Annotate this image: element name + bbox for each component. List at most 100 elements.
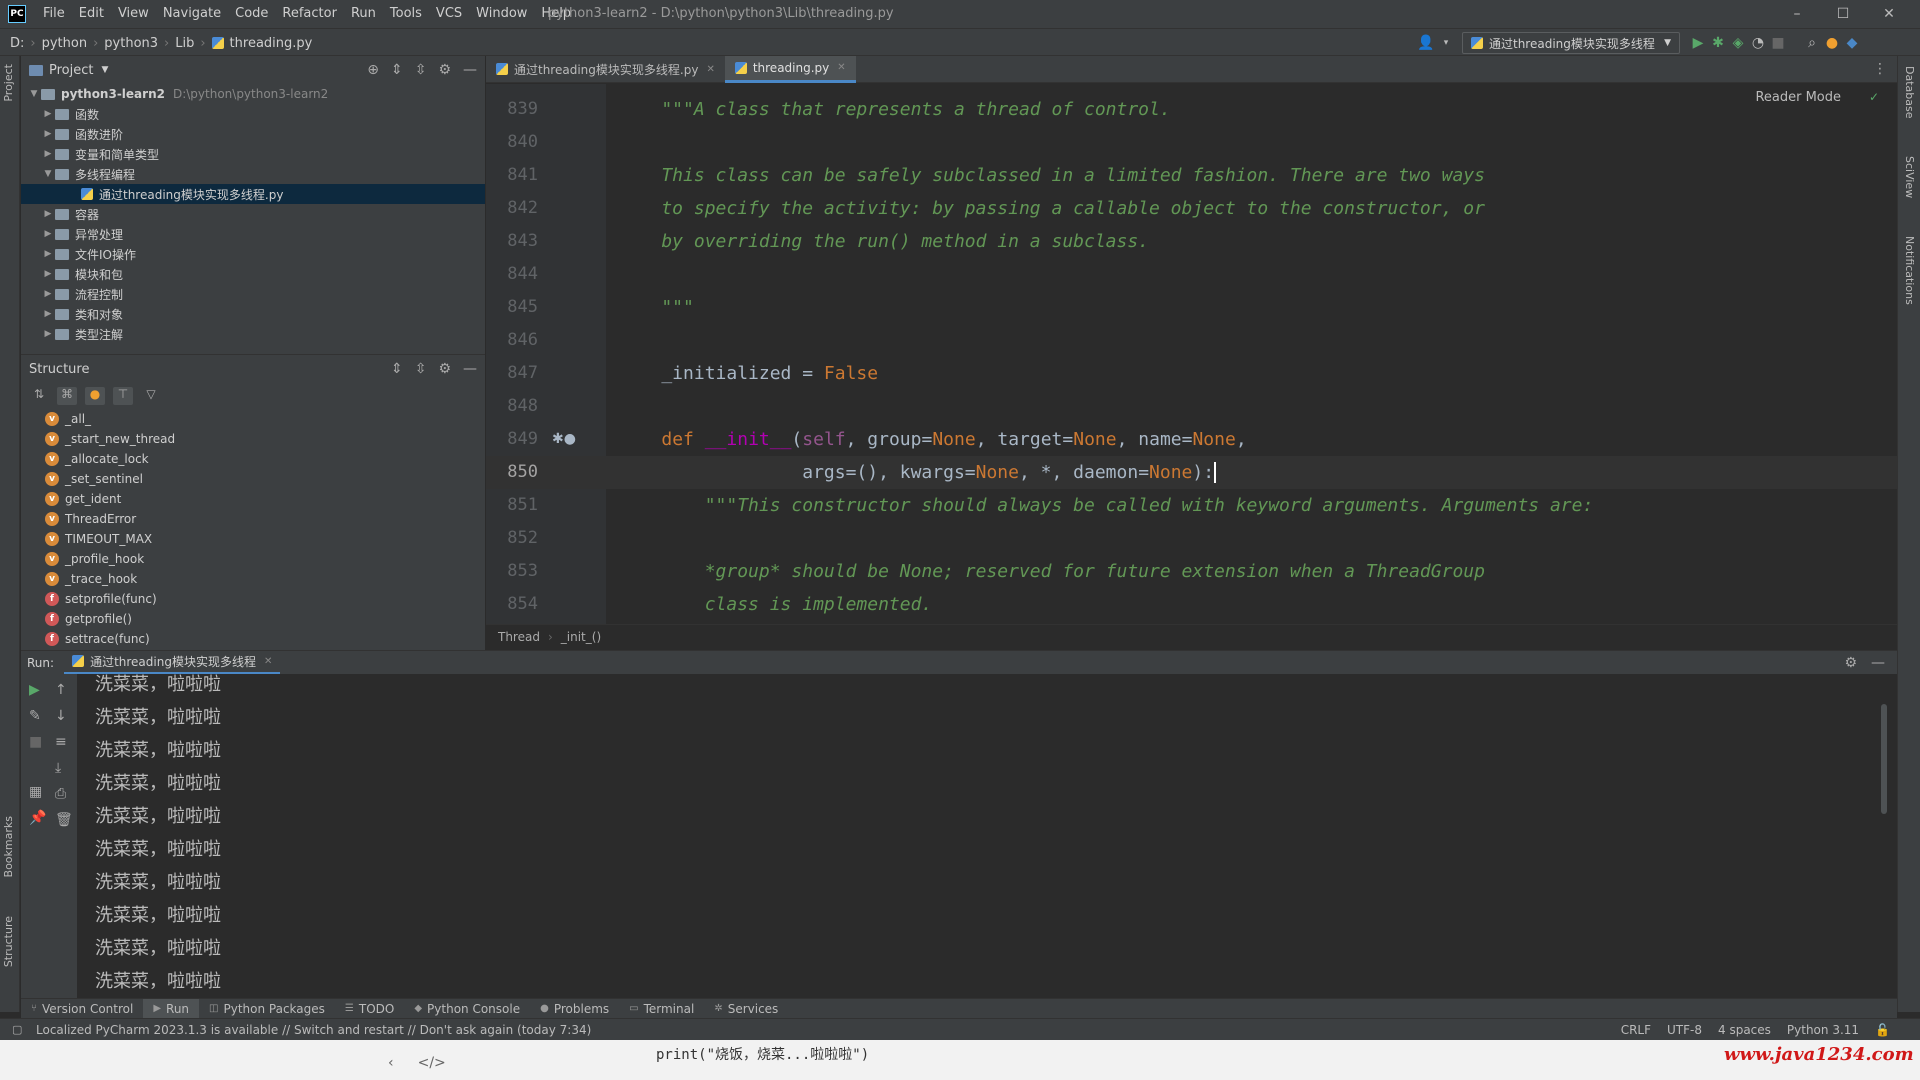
gear-icon[interactable]: ⚙ xyxy=(438,361,451,377)
crumb-file[interactable]: threading.py xyxy=(230,36,313,51)
tree-folder[interactable]: ▶ 类和对象 xyxy=(21,304,485,324)
profile-icon[interactable]: ◔ xyxy=(1748,32,1768,54)
sort-alpha-icon[interactable]: ⇅ xyxy=(29,387,49,405)
interpreter[interactable]: Python 3.11 xyxy=(1787,1023,1859,1037)
stop-icon[interactable]: ■ xyxy=(29,734,42,750)
line-separator[interactable]: CRLF xyxy=(1621,1023,1651,1037)
collapse-all-icon[interactable]: ⇳ xyxy=(415,62,427,78)
menu-refactor[interactable]: Refactor xyxy=(275,0,344,28)
crumb-method[interactable]: _init_() xyxy=(561,630,601,644)
close-icon[interactable]: ✕ xyxy=(706,64,714,75)
structure-item[interactable]: f settrace(func) xyxy=(21,629,485,649)
user-icon[interactable]: 👤 xyxy=(1416,32,1436,54)
tab-todo[interactable]: ☰ TODO xyxy=(335,999,404,1019)
hide-icon[interactable]: — xyxy=(463,361,477,377)
funnel-icon[interactable]: ▽ xyxy=(141,387,161,405)
tree-root[interactable]: ▼ python3-learn2 D:\python\python3-learn… xyxy=(21,84,485,104)
database-tool-tab[interactable]: Database xyxy=(1903,66,1916,119)
menu-file[interactable]: File xyxy=(36,0,72,28)
tree-file-selected[interactable]: 通过threading模块实现多线程.py xyxy=(21,184,485,204)
coverage-icon[interactable]: ◈ xyxy=(1728,32,1748,54)
structure-item[interactable]: v _trace_hook xyxy=(21,569,485,589)
crumb-python[interactable]: python xyxy=(42,36,87,51)
close-icon[interactable]: ✕ xyxy=(837,62,845,73)
run-tab[interactable]: 通过threading模块实现多线程 ✕ xyxy=(64,651,281,675)
menu-edit[interactable]: Edit xyxy=(72,0,111,28)
show-fields-icon[interactable]: ⌘ xyxy=(57,387,77,405)
structure-item[interactable]: v ThreadError xyxy=(21,509,485,529)
code-editor[interactable]: Reader Mode ✓ 838 ✱● class Thread: 839 "… xyxy=(486,84,1897,624)
override-icon[interactable]: ✱● xyxy=(552,431,576,447)
tab-problems[interactable]: ● Problems xyxy=(530,999,619,1019)
hide-icon[interactable]: — xyxy=(463,62,477,78)
update-icon[interactable]: ● xyxy=(1822,32,1842,54)
structure-item[interactable]: v TIMEOUT_MAX xyxy=(21,529,485,549)
tree-folder[interactable]: ▶ 变量和简单类型 xyxy=(21,144,485,164)
layout-icon[interactable]: ▦ xyxy=(29,784,42,800)
file-encoding[interactable]: UTF-8 xyxy=(1667,1023,1702,1037)
structure-item[interactable]: v _allocate_lock xyxy=(21,449,485,469)
structure-item[interactable]: f setprofile(func) xyxy=(21,589,485,609)
tree-folder[interactable]: ▶ 模块和包 xyxy=(21,264,485,284)
tree-folder[interactable]: ▶ 容器 xyxy=(21,204,485,224)
structure-item[interactable]: v _all_ xyxy=(21,409,485,429)
close-icon[interactable]: ✕ xyxy=(1866,6,1912,22)
minimize-icon[interactable]: – xyxy=(1774,6,1820,22)
stop-icon[interactable]: ■ xyxy=(1768,32,1788,54)
structure-item[interactable]: v _profile_hook xyxy=(21,549,485,569)
menu-window[interactable]: Window xyxy=(469,0,534,28)
console-scrollbar[interactable] xyxy=(1881,704,1887,814)
filter-icon[interactable]: ⊤ xyxy=(113,387,133,405)
structure-tool-tab[interactable]: Structure xyxy=(2,916,15,967)
structure-item[interactable]: v _start_new_thread xyxy=(21,429,485,449)
structure-item[interactable]: v get_ident xyxy=(21,489,485,509)
tree-folder[interactable]: ▶ 流程控制 xyxy=(21,284,485,304)
gear-icon[interactable]: ⚙ xyxy=(438,62,451,78)
show-inherited-icon[interactable]: ● xyxy=(85,387,105,405)
structure-item[interactable]: f getprofile() xyxy=(21,609,485,629)
tab-main-script[interactable]: 通过threading模块实现多线程.py ✕ xyxy=(486,56,725,83)
menu-code[interactable]: Code xyxy=(228,0,275,28)
chevron-left-icon[interactable]: ‹ xyxy=(388,1055,394,1071)
maximize-icon[interactable]: ☐ xyxy=(1820,6,1866,22)
tree-folder[interactable]: ▶ 类型注解 xyxy=(21,324,485,344)
scroll-to-end-icon[interactable]: ⤓ xyxy=(55,760,61,776)
wrench-icon[interactable]: ✎ xyxy=(29,708,41,724)
tab-python-console[interactable]: ◆ Python Console xyxy=(404,999,530,1019)
user-menu[interactable]: 👤 ▾ xyxy=(1416,32,1456,54)
tree-folder[interactable]: ▶ 函数 xyxy=(21,104,485,124)
gear-icon[interactable]: ⚙ xyxy=(1844,655,1857,671)
crumb-lib[interactable]: Lib xyxy=(175,36,194,51)
close-icon[interactable]: ✕ xyxy=(264,656,272,667)
bookmarks-tool-tab[interactable]: Bookmarks xyxy=(2,816,15,877)
tree-folder[interactable]: ▶ 异常处理 xyxy=(21,224,485,244)
tab-run[interactable]: ▶ Run xyxy=(143,998,200,1019)
debug-icon[interactable]: ✱ xyxy=(1708,32,1728,54)
status-message[interactable]: Localized PyCharm 2023.1.3 is available … xyxy=(36,1019,591,1041)
tree-folder[interactable]: ▶ 文件IO操作 xyxy=(21,244,485,264)
run-configuration-select[interactable]: 通过threading模块实现多线程 ▼ xyxy=(1462,32,1680,54)
rerun-icon[interactable]: ▶ xyxy=(29,682,40,698)
run-console[interactable]: 洗菜菜，啦啦啦 洗菜菜，啦啦啦 洗菜菜，啦啦啦 洗菜菜，啦啦啦 洗菜菜，啦啦啦 … xyxy=(77,674,1897,998)
project-tool-tab[interactable]: Project xyxy=(2,64,15,102)
locate-icon[interactable]: ⊕ xyxy=(367,62,379,78)
menu-view[interactable]: View xyxy=(111,0,156,28)
tab-version-control[interactable]: ⑂ Version Control xyxy=(21,999,143,1019)
project-panel-title[interactable]: Project xyxy=(49,63,93,78)
code-icon[interactable]: </> xyxy=(418,1055,446,1071)
run-icon[interactable]: ▶ xyxy=(1688,32,1708,54)
arrow-up-icon[interactable]: ↑ xyxy=(55,682,67,698)
indent-setting[interactable]: 4 spaces xyxy=(1718,1023,1771,1037)
search-icon[interactable]: ⌕ xyxy=(1802,32,1822,54)
tab-threading[interactable]: threading.py ✕ xyxy=(724,55,856,83)
tab-terminal[interactable]: ▭ Terminal xyxy=(619,999,704,1019)
hide-icon[interactable]: — xyxy=(1871,655,1885,671)
trash-icon[interactable]: 🗑 xyxy=(55,812,73,828)
menu-navigate[interactable]: Navigate xyxy=(156,0,228,28)
soft-wrap-icon[interactable]: ≡ xyxy=(55,734,67,750)
structure-item[interactable]: v _set_sentinel xyxy=(21,469,485,489)
crumb-class[interactable]: Thread xyxy=(498,630,540,644)
menu-run[interactable]: Run xyxy=(344,0,383,28)
menu-vcs[interactable]: VCS xyxy=(429,0,469,28)
lock-icon[interactable]: 🔓 xyxy=(1875,1023,1890,1037)
